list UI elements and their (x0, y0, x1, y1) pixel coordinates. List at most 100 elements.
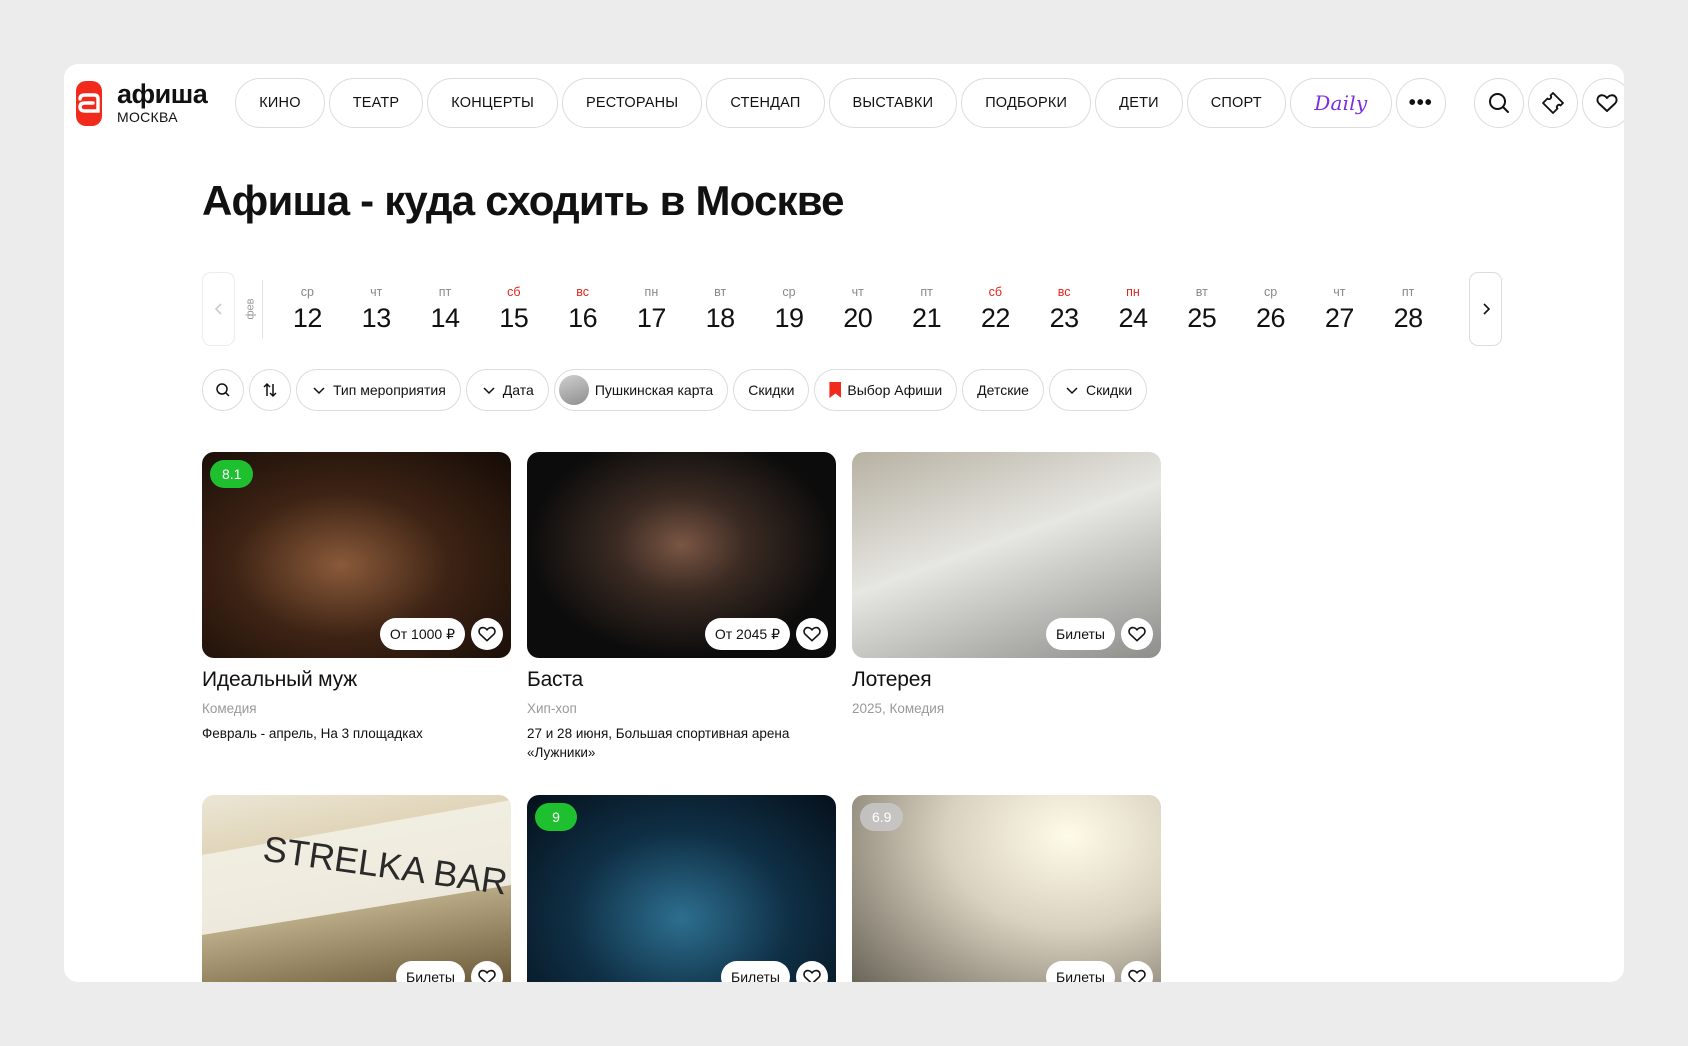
event-title[interactable]: Лотерея (852, 668, 1161, 692)
calendar-day[interactable]: пн 24 (1099, 285, 1168, 334)
day-number: 25 (1187, 302, 1217, 333)
day-of-week: пт (920, 284, 933, 299)
calendar-day[interactable]: пт 14 (411, 285, 480, 334)
calendar-prev-button[interactable] (202, 272, 235, 346)
day-of-week: ср (300, 284, 314, 299)
event-image[interactable]: 9 Билеты (527, 795, 836, 982)
calendar-day[interactable]: пт 28 (1374, 285, 1443, 334)
page-title: Афиша - куда сходить в Москве (202, 177, 845, 224)
calendar-day[interactable]: сб 22 (961, 285, 1030, 334)
brand-name: афиша (117, 79, 208, 109)
event-image[interactable]: 6.9 Билеты (852, 795, 1161, 982)
search-button[interactable] (1473, 78, 1524, 128)
day-of-week: чт (370, 284, 383, 299)
day-of-week: пн (1126, 284, 1140, 299)
day-of-week: пт (438, 284, 452, 299)
day-of-week: пт (1401, 284, 1415, 299)
nav-item-kino[interactable]: КИНО (235, 78, 325, 128)
nav-item-standup[interactable]: СТЕНДАП (706, 78, 825, 128)
city-selector[interactable]: МОСКВА (117, 109, 207, 125)
nav-item-kids[interactable]: ДЕТИ (1095, 78, 1183, 128)
calendar-day[interactable]: чт 13 (342, 285, 411, 334)
favorite-button[interactable] (796, 961, 828, 982)
favorite-button[interactable] (1121, 961, 1153, 982)
afisha-logo[interactable] (76, 80, 102, 126)
calendar-day[interactable]: чт 20 (823, 285, 892, 334)
filter-discounts[interactable]: Скидки (733, 369, 810, 411)
tickets-button[interactable] (1527, 78, 1578, 128)
event-image[interactable]: Билеты (852, 452, 1161, 658)
event-title[interactable]: Баста (527, 668, 836, 692)
event-card[interactable]: От 2045 ₽ Баста Хип-хоп 27 и 28 июня, Бо… (527, 452, 836, 762)
favorites-button[interactable] (1581, 78, 1624, 128)
event-image[interactable]: 8.1 От 1000 ₽ (202, 452, 511, 658)
day-of-week: чт (851, 284, 864, 299)
filter-event-type[interactable]: Тип мероприятия (296, 369, 461, 411)
calendar-day[interactable]: вт 25 (1167, 285, 1236, 334)
nav-item-exhibitions[interactable]: ВЫСТАВКИ (828, 78, 958, 128)
calendar-day[interactable]: пн 17 (617, 285, 686, 334)
rating-badge: 6.9 (860, 803, 904, 831)
calendar-day[interactable]: сб 15 (479, 285, 548, 334)
day-of-week: пн (644, 284, 659, 299)
day-of-week: сб (507, 284, 521, 299)
nav-item-daily[interactable]: Daily (1289, 78, 1392, 128)
filter-kids[interactable]: Детские (962, 369, 1044, 411)
calendar-day[interactable]: вт 18 (686, 285, 755, 334)
event-details: 27 и 28 июня, Большая спортивная арена «… (527, 726, 790, 760)
filter-date[interactable]: Дата (465, 369, 549, 411)
calendar-day[interactable]: вс 23 (1030, 285, 1099, 334)
filter-pushkin-label: Пушкинская карта (594, 382, 714, 398)
day-number: 21 (912, 302, 942, 333)
event-image[interactable]: От 2045 ₽ (527, 452, 836, 658)
nav-item-sport[interactable]: СПОРТ (1186, 78, 1286, 128)
event-card[interactable]: 9 Билеты (527, 795, 836, 982)
favorite-button[interactable] (1121, 618, 1153, 650)
calendar-day[interactable]: вс 16 (548, 285, 617, 334)
event-card[interactable]: Билеты Лотерея 2025, Комедия (852, 452, 1161, 716)
event-image[interactable]: STRELKA BAR Билеты (202, 795, 511, 982)
calendar-day[interactable]: чт 27 (1305, 285, 1374, 334)
chevron-left-icon (214, 303, 222, 315)
day-number: 23 (1049, 302, 1080, 333)
tickets-button[interactable]: Билеты (721, 961, 790, 982)
heart-icon (1128, 626, 1146, 642)
event-card[interactable]: STRELKA BAR Билеты (202, 795, 511, 982)
brand[interactable]: афиша МОСКВА (117, 79, 208, 126)
tickets-button[interactable]: Билеты (396, 961, 465, 982)
filter-afisha-choice-label: Выбор Афиши (847, 382, 943, 398)
sort-button[interactable] (249, 369, 291, 411)
nav-item-restaurants[interactable]: РЕСТОРАНЫ (562, 78, 703, 128)
tickets-button[interactable]: Билеты (1046, 961, 1115, 982)
favorite-button[interactable] (796, 618, 828, 650)
nav-item-theatre[interactable]: ТЕАТР (328, 78, 424, 128)
day-of-week: сб (988, 284, 1003, 299)
nav-item-collections[interactable]: ПОДБОРКИ (961, 78, 1092, 128)
day-of-week: ср (1263, 284, 1278, 299)
filter-pushkin-card[interactable]: Пушкинская карта (553, 369, 729, 411)
day-of-week: вс (1057, 284, 1071, 299)
calendar-day[interactable]: пт 21 (892, 285, 961, 334)
more-button[interactable]: ••• (1395, 78, 1446, 128)
calendar-day[interactable]: ср 19 (755, 285, 824, 334)
calendar-day[interactable]: ср 12 (273, 285, 342, 334)
day-number: 19 (774, 302, 804, 333)
month-label: фев (239, 280, 263, 338)
event-card[interactable]: 8.1 От 1000 ₽ Идеальный муж Комедия Февр… (202, 452, 511, 743)
tickets-button[interactable]: Билеты (1046, 618, 1115, 650)
event-genre: Комедия (202, 701, 257, 716)
filter-discounts-dropdown[interactable]: Скидки (1048, 369, 1148, 411)
favorite-button[interactable] (471, 618, 503, 650)
app-window: афиша МОСКВА КИНО ТЕАТР КОНЦЕРТЫ РЕСТОРА… (64, 64, 1624, 982)
calendar-day[interactable]: ср 26 (1236, 285, 1305, 334)
event-card[interactable]: 6.9 Билеты (852, 795, 1161, 982)
filter-afisha-choice[interactable]: Выбор Афиши (814, 369, 958, 411)
afisha-logo-icon (78, 93, 100, 113)
event-title[interactable]: Идеальный муж (202, 668, 511, 692)
calendar-next-button[interactable] (1469, 272, 1502, 346)
filter-search-button[interactable] (202, 369, 244, 411)
price-button[interactable]: От 1000 ₽ (379, 618, 465, 650)
price-button[interactable]: От 2045 ₽ (704, 618, 790, 650)
day-number: 18 (705, 302, 736, 333)
nav-item-concerts[interactable]: КОНЦЕРТЫ (427, 78, 559, 128)
